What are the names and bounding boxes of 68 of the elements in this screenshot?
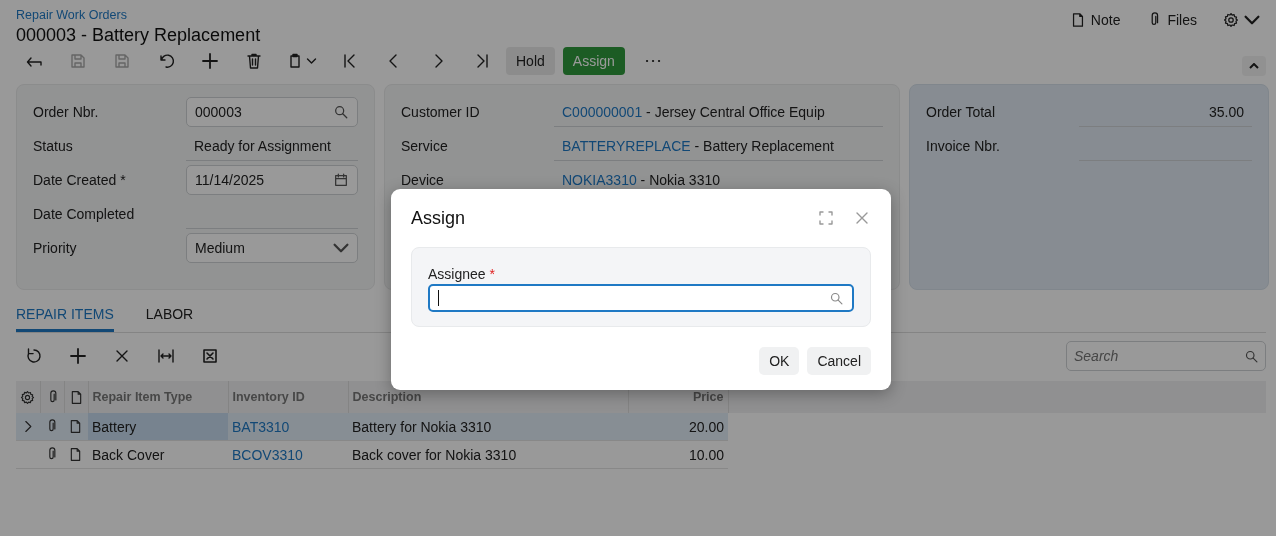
date-field[interactable]: 11/14/2025 bbox=[186, 165, 358, 195]
delete-icon bbox=[245, 52, 263, 70]
files-button[interactable]: Files bbox=[1146, 12, 1197, 28]
field-value: 35.00 bbox=[1079, 97, 1252, 127]
record-link[interactable]: NOKIA3310 bbox=[562, 171, 637, 188]
search-icon bbox=[1244, 349, 1259, 364]
inventory-link[interactable]: BCOV3310 bbox=[232, 446, 303, 463]
field-label: Assignee bbox=[428, 266, 486, 284]
column-header[interactable]: Inventory ID bbox=[228, 381, 348, 413]
settings-icon bbox=[20, 389, 35, 405]
field-value: Ready for Assignment bbox=[186, 131, 358, 161]
search-icon bbox=[333, 104, 349, 120]
column-settings-header[interactable] bbox=[16, 381, 40, 413]
table-row[interactable]: Back Cover BCOV3310 Back cover for Nokia 3310 10.00 bbox=[16, 440, 1266, 469]
save-icon bbox=[113, 52, 131, 70]
record-link[interactable]: BATTERYREPLACE bbox=[562, 137, 691, 154]
breadcrumb-link[interactable]: Repair Work Orders bbox=[16, 8, 261, 23]
table-cell: Back cover for Nokia 3310 bbox=[348, 440, 628, 469]
field-label: Date Completed bbox=[33, 206, 136, 222]
note-icon bbox=[68, 447, 83, 462]
table-cell: Back Cover bbox=[88, 440, 228, 469]
table-cell: 20.00 bbox=[628, 413, 728, 441]
field-label: Status bbox=[33, 138, 74, 154]
dropdown-field[interactable]: Medium bbox=[186, 233, 358, 263]
field-label: Customer ID bbox=[401, 104, 481, 120]
chevron-down-icon bbox=[305, 58, 318, 64]
assignee-field[interactable] bbox=[428, 284, 854, 312]
collapse-button[interactable] bbox=[1242, 56, 1266, 76]
cancel-button[interactable]: Cancel bbox=[807, 347, 871, 375]
page-title: 000003 - Battery Replacement bbox=[16, 24, 261, 47]
search-field[interactable]: Search bbox=[1066, 341, 1266, 371]
required-mark: * bbox=[489, 266, 496, 284]
search-icon bbox=[829, 290, 844, 306]
table-cell: Battery for Nokia 3310 bbox=[348, 413, 628, 441]
lookup-field[interactable]: 000003 bbox=[186, 97, 358, 127]
primary-action-button[interactable]: Assign bbox=[562, 47, 625, 75]
field-label: Date Created * bbox=[33, 172, 127, 188]
chevron-up-icon bbox=[1249, 63, 1259, 69]
record-description: - Battery Replacement bbox=[693, 137, 834, 154]
more-icon bbox=[644, 59, 661, 63]
field-label: Service bbox=[401, 138, 449, 154]
field-label: Invoice Nbr. bbox=[926, 138, 1001, 154]
field-label: Device bbox=[401, 172, 445, 188]
table-cell: Battery bbox=[88, 413, 228, 441]
note-icon bbox=[68, 419, 83, 434]
settings-icon bbox=[1223, 12, 1239, 28]
add-icon bbox=[69, 347, 87, 365]
action-button[interactable]: Hold bbox=[506, 47, 555, 75]
dialog-title: Assign bbox=[411, 207, 466, 229]
add-icon bbox=[201, 52, 219, 70]
field-label: Order Nbr. bbox=[33, 104, 100, 120]
fit-icon bbox=[157, 347, 175, 365]
note-button[interactable]: Note bbox=[1069, 12, 1121, 28]
field-label: Order Total bbox=[926, 104, 996, 120]
inventory-link[interactable]: BAT3310 bbox=[232, 418, 290, 435]
record-link[interactable]: C000000001 bbox=[562, 103, 643, 120]
tab[interactable]: LABOR bbox=[145, 298, 194, 332]
tab[interactable]: REPAIR ITEMS bbox=[16, 298, 114, 332]
table-row[interactable]: Battery BAT3310 Battery for Nokia 3310 20.00 bbox=[16, 413, 1266, 441]
calendar-icon bbox=[333, 172, 349, 188]
maximize-icon bbox=[817, 209, 835, 227]
settings-menu-button[interactable] bbox=[1223, 12, 1260, 28]
field-label: Priority bbox=[33, 240, 78, 256]
column-header[interactable]: Repair Item Type bbox=[88, 381, 228, 413]
record-description: - Nokia 3310 bbox=[639, 171, 720, 188]
record-description: - Jersey Central Office Equip bbox=[645, 103, 825, 120]
refresh-icon bbox=[25, 347, 43, 365]
ok-button[interactable]: OK bbox=[759, 347, 800, 375]
